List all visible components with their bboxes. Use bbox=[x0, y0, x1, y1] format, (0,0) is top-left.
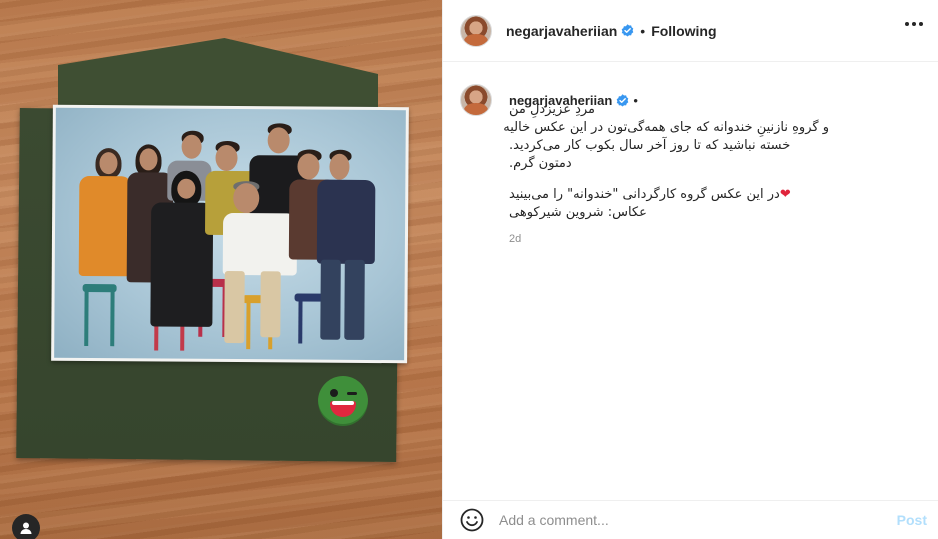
avatar[interactable] bbox=[460, 14, 492, 47]
verified-badge-icon bbox=[621, 24, 634, 37]
username-link[interactable]: negarjavaheriian bbox=[506, 23, 617, 39]
caption-line: مردِ عزیزدلِ من bbox=[509, 102, 596, 117]
comment-input[interactable] bbox=[499, 512, 879, 528]
more-options-icon[interactable] bbox=[905, 22, 923, 26]
header-separator: • bbox=[640, 22, 646, 39]
caption-line: دمتون گرم. bbox=[509, 156, 572, 171]
comment-bar: Post bbox=[443, 501, 938, 539]
caption-line-with-heart: ❤در این عکس گروه کارگردانی "خندوانه" را … bbox=[509, 186, 829, 204]
caption-text: مردِ عزیزدلِ من و گروهِ نازنینِ خندوانه … bbox=[503, 101, 829, 222]
caption: negarjavaheriian • مردِ عزیزدلِ من و گرو… bbox=[460, 84, 920, 245]
user-tag-icon[interactable] bbox=[12, 514, 40, 539]
winking-face-sticker bbox=[318, 376, 368, 426]
following-button[interactable]: Following bbox=[651, 23, 716, 39]
caption-line: عکاس: شروین شیرکوهی bbox=[509, 205, 647, 220]
post-header: negarjavaheriian • Following bbox=[443, 0, 938, 62]
post-details-panel: negarjavaheriian • Following negarjavahe… bbox=[442, 0, 938, 539]
caption-avatar[interactable] bbox=[460, 84, 492, 116]
caption-line: خسته نباشید که تا روز آخر سال بکوب کار م… bbox=[509, 138, 791, 153]
emoji-icon[interactable] bbox=[459, 507, 485, 533]
verified-badge-icon bbox=[616, 93, 629, 107]
group-photo-print bbox=[51, 104, 409, 364]
post-media[interactable] bbox=[0, 0, 442, 539]
caption-separator: • bbox=[633, 92, 638, 108]
post-timestamp[interactable]: 2d bbox=[509, 233, 920, 245]
caption-line: و گروهِ نازنینِ خندوانه که جای همه‌گی‌تو… bbox=[503, 120, 829, 135]
heart-icon: ❤ bbox=[779, 187, 791, 202]
caption-line: در این عکس گروه کارگردانی "خندوانه" را م… bbox=[509, 187, 780, 202]
post-comment-button[interactable]: Post bbox=[897, 512, 927, 528]
group-photo bbox=[54, 107, 406, 361]
